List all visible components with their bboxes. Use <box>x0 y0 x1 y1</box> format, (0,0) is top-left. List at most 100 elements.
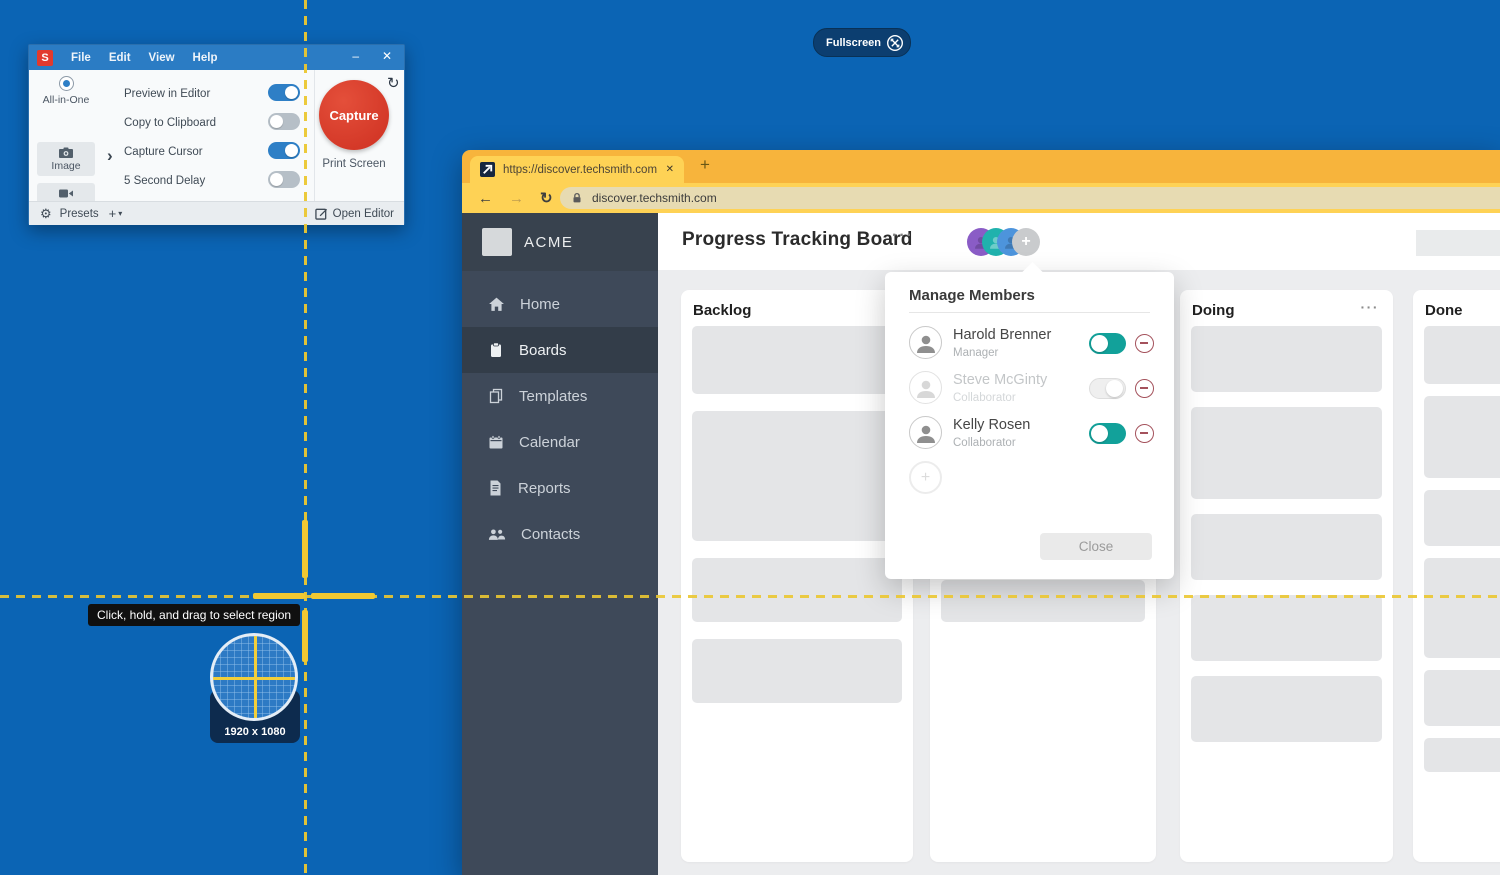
crosshair-segment <box>253 593 305 599</box>
tab-favicon-icon <box>480 162 495 177</box>
person-icon <box>914 376 938 400</box>
capture-button[interactable]: Capture <box>319 80 389 150</box>
calendar-icon <box>488 434 504 450</box>
card-placeholder[interactable] <box>692 326 902 394</box>
member-toggle[interactable] <box>1089 333 1126 354</box>
card-placeholder[interactable] <box>1191 676 1382 742</box>
chevron-right-icon[interactable]: › <box>107 146 113 166</box>
minimize-icon[interactable]: – <box>352 49 359 63</box>
open-editor-button[interactable]: Open Editor <box>315 207 394 220</box>
close-icon[interactable]: ✕ <box>382 49 392 63</box>
back-icon[interactable]: ← <box>478 190 493 207</box>
refresh-icon[interactable]: ↻ <box>540 189 553 207</box>
brand-logo <box>482 228 512 256</box>
card-placeholder[interactable] <box>692 411 902 541</box>
browser-tab[interactable]: https://discover.techsmith.com ✕ <box>470 156 684 183</box>
card-placeholder[interactable] <box>1424 738 1500 772</box>
member-toggle[interactable] <box>1089 378 1126 399</box>
snagit-footer: ⚙ Presets + ▾ Open Editor <box>29 201 404 225</box>
card-list <box>1424 326 1500 772</box>
crosshair-segment <box>302 610 308 662</box>
remove-member-icon[interactable] <box>1135 379 1154 398</box>
member-role: Collaborator <box>953 392 1016 404</box>
crosshair-segment <box>302 520 308 578</box>
lock-icon <box>570 191 584 205</box>
card-placeholder[interactable] <box>1424 396 1500 478</box>
crosshair-segment <box>311 593 375 599</box>
card-placeholder[interactable] <box>941 580 1145 622</box>
caret-down-icon[interactable]: ▾ <box>118 209 122 218</box>
card-placeholder[interactable] <box>1191 326 1382 392</box>
capture-hotkey: Print Screen <box>319 158 389 170</box>
option-copy-to-clipboard: Copy to Clipboard <box>124 113 300 130</box>
member-row: Kelly Rosen Collaborator <box>885 414 1174 459</box>
presets-button[interactable]: Presets <box>60 208 99 220</box>
card-placeholder[interactable] <box>692 639 902 703</box>
option-label: Copy to Clipboard <box>124 117 216 129</box>
card-placeholder[interactable] <box>1424 670 1500 726</box>
add-preset-icon[interactable]: + <box>109 206 117 221</box>
divider <box>909 312 1150 313</box>
member-row: Steve McGinty Collaborator <box>885 369 1174 414</box>
manage-members-popup: Manage Members Harold Brenner Manager St… <box>885 272 1174 579</box>
camera-icon <box>58 147 74 159</box>
sidebar-item-boards[interactable]: Boards <box>462 327 658 373</box>
capture-label: Capture <box>329 108 378 123</box>
option-preview-in-editor: Preview in Editor <box>124 84 300 101</box>
sidebar-item-contacts[interactable]: Contacts <box>462 511 658 557</box>
header-placeholder-block <box>1416 230 1500 256</box>
sidebar-item-templates[interactable]: Templates <box>462 373 658 419</box>
mode-all-in-one[interactable]: All-in-One <box>37 76 95 106</box>
mode-image-button[interactable]: Image <box>37 142 95 176</box>
url-text: discover.techsmith.com <box>592 191 717 205</box>
option-capture-cursor: Capture Cursor <box>124 142 300 159</box>
radio-selected-icon[interactable] <box>59 76 74 91</box>
sidebar-label: Home <box>520 296 560 313</box>
cursor-toggle[interactable] <box>268 142 300 159</box>
close-button[interactable]: Close <box>1040 533 1152 560</box>
reset-icon[interactable]: ↻ <box>387 74 400 92</box>
mode-label: Image <box>51 160 80 172</box>
card-placeholder[interactable] <box>1191 595 1382 661</box>
fullscreen-label: Fullscreen <box>826 37 881 49</box>
sidebar-item-reports[interactable]: Reports <box>462 465 658 511</box>
card-placeholder[interactable] <box>1191 514 1382 580</box>
menu-edit[interactable]: Edit <box>109 52 131 64</box>
member-toggle[interactable] <box>1089 423 1126 444</box>
menu-view[interactable]: View <box>149 52 175 64</box>
fullscreen-button[interactable]: Fullscreen <box>813 28 911 57</box>
card-placeholder[interactable] <box>1191 407 1382 499</box>
tab-title: https://discover.techsmith.com <box>503 164 666 176</box>
mode-label: All-in-One <box>37 94 95 106</box>
new-tab-button[interactable]: + <box>700 155 710 175</box>
delay-toggle[interactable] <box>268 171 300 188</box>
remove-member-icon[interactable] <box>1135 334 1154 353</box>
add-member-avatar-button[interactable]: + <box>1012 228 1040 256</box>
sidebar-item-home[interactable]: Home <box>462 281 658 327</box>
menu-file[interactable]: File <box>71 52 91 64</box>
capture-dimensions: 1920 x 1080 <box>210 726 300 738</box>
sidebar-item-calendar[interactable]: Calendar <box>462 419 658 465</box>
address-bar[interactable]: discover.techsmith.com <box>560 187 1500 209</box>
card-placeholder[interactable] <box>1424 490 1500 546</box>
remove-member-icon[interactable] <box>1135 424 1154 443</box>
home-icon <box>488 296 505 313</box>
clipboard-toggle[interactable] <box>268 113 300 130</box>
card-placeholder[interactable] <box>1424 558 1500 658</box>
fullscreen-icon <box>886 34 904 52</box>
gear-icon[interactable]: ⚙ <box>40 206 52 222</box>
column-menu-icon[interactable]: ··· <box>1361 299 1380 315</box>
snagit-window: S File Edit View Help – ✕ All-in-One Ima… <box>28 44 405 225</box>
board-menu-icon[interactable]: ··· <box>892 227 914 245</box>
tab-close-icon[interactable]: ✕ <box>666 164 674 175</box>
member-row: Harold Brenner Manager <box>885 324 1174 369</box>
forward-icon[interactable]: → <box>509 190 524 207</box>
add-member-button[interactable]: + <box>909 461 942 494</box>
card-placeholder[interactable] <box>1424 326 1500 384</box>
card-placeholder[interactable] <box>692 558 902 622</box>
menu-help[interactable]: Help <box>193 52 218 64</box>
preview-toggle[interactable] <box>268 84 300 101</box>
member-name: Steve McGinty <box>953 372 1047 388</box>
column-title: Done <box>1425 302 1463 319</box>
avatar <box>909 371 942 404</box>
